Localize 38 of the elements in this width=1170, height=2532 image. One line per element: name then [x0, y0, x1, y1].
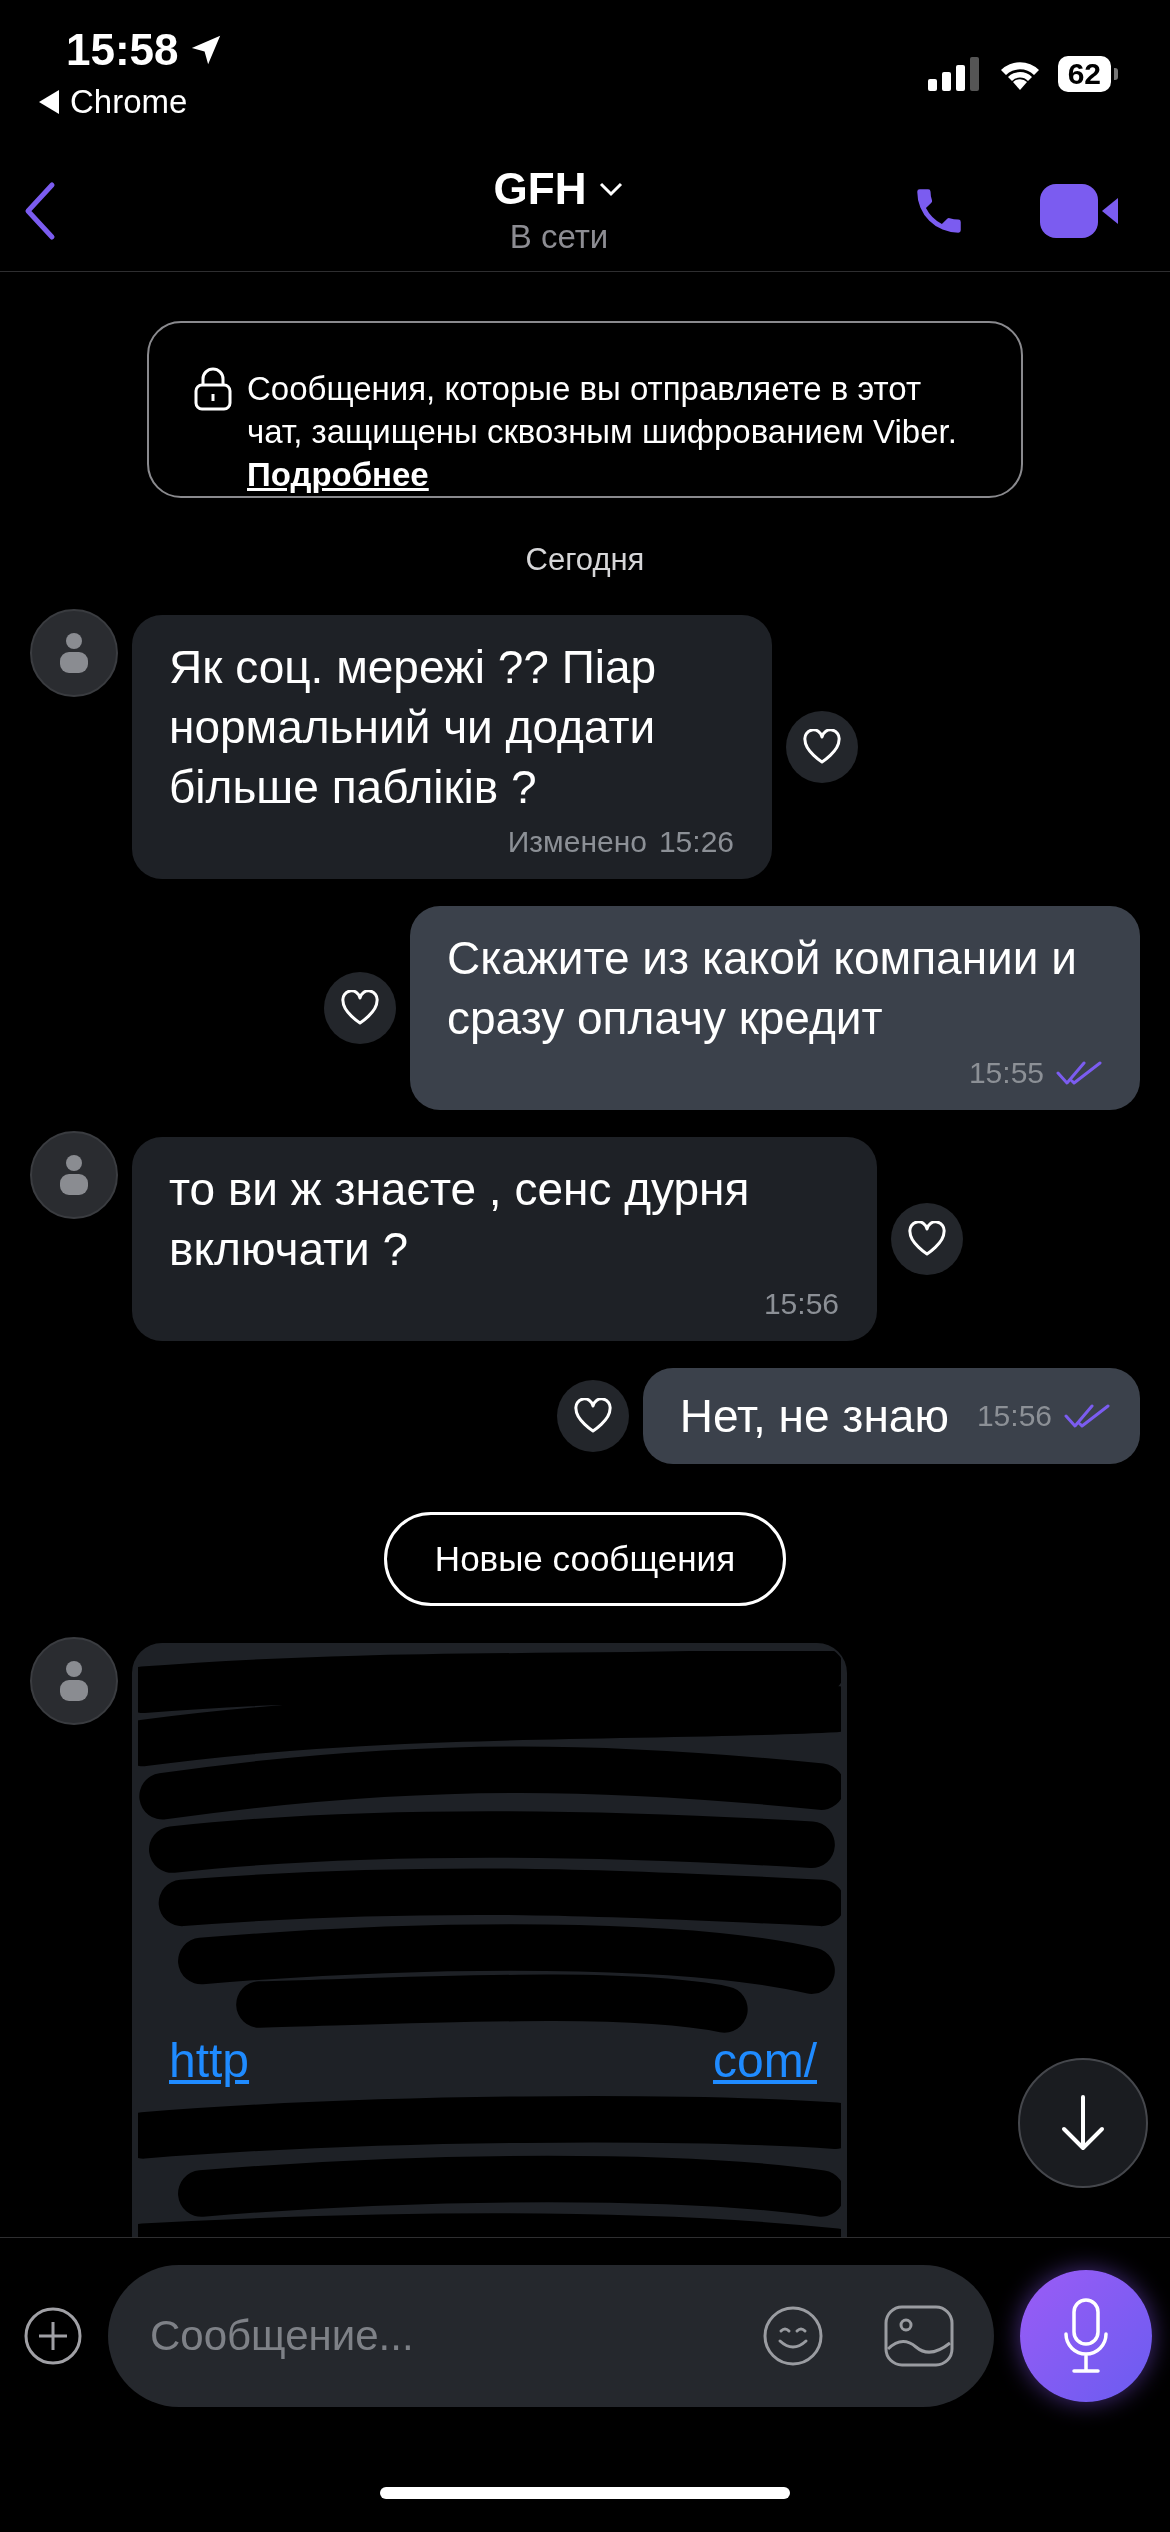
date-divider: Сегодня — [525, 541, 645, 579]
status-time: 15:58 — [66, 24, 179, 76]
back-triangle-icon[interactable] — [38, 90, 60, 114]
heart-icon — [340, 990, 380, 1026]
lock-icon — [193, 367, 233, 411]
heart-icon — [907, 1221, 947, 1257]
message-text: Нет, не знаю — [679, 1389, 949, 1444]
heart-icon — [572, 1398, 613, 1434]
message-time: 15:56 — [763, 1286, 839, 1322]
signal-icon — [927, 57, 982, 91]
microphone-icon — [1063, 2298, 1109, 2374]
message-time: 15:26 — [658, 824, 734, 860]
message-text: Як соц. мережі ?? Піар нормальний чи додати більше пабліків ? — [169, 640, 658, 815]
new-messages-divider: Новые сообщения — [383, 1512, 787, 1606]
learn-more-link[interactable]: Подробнее — [247, 456, 429, 493]
person-icon — [57, 631, 91, 675]
chevron-down-icon[interactable] — [598, 180, 625, 197]
contact-name[interactable]: GFH — [493, 162, 587, 215]
message-input[interactable]: Сообщение... — [148, 2311, 702, 2361]
back-to-app-link[interactable]: Chrome — [70, 82, 188, 122]
gallery-icon[interactable] — [884, 2305, 954, 2367]
message-text: Скажите из какой компании и сразу оплачу кредит — [447, 931, 1078, 1046]
person-icon — [57, 1659, 91, 1703]
smiley-icon[interactable] — [762, 2305, 824, 2367]
link-fragment[interactable]: http — [169, 2033, 250, 2089]
message-time: 15:56 — [976, 1398, 1052, 1434]
encryption-notice: Сообщения, которые вы отправляете в этот чат, защищены сквозным шифрованием Viber. Подробнее — [247, 369, 958, 495]
video-camera-icon[interactable] — [1040, 183, 1120, 238]
message-time: 15:55 — [968, 1055, 1044, 1091]
message-text: то ви ж знаєте , сенс дурня включати ? — [169, 1162, 751, 1277]
person-icon — [57, 1153, 91, 1197]
battery-level: 62 — [1057, 56, 1111, 92]
online-status: В сети — [509, 216, 609, 257]
edited-label: Изменено — [507, 824, 647, 860]
microphone-button[interactable] — [1020, 2270, 1152, 2402]
add-icon[interactable] — [24, 2307, 82, 2365]
heart-icon — [802, 729, 842, 765]
link-fragment[interactable]: com/ — [713, 2033, 817, 2089]
